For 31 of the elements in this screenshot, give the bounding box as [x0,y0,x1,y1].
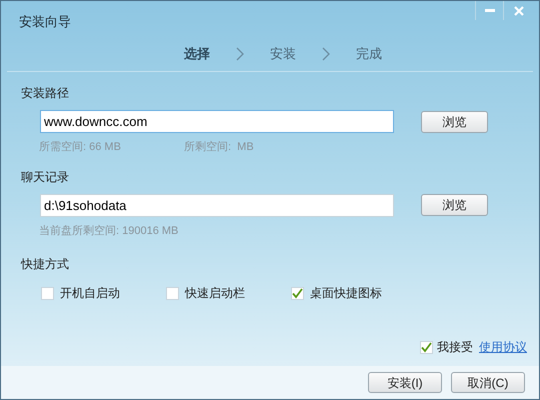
remaining-space-text: 所剩空间: MB [184,140,254,155]
dialog-button[interactable]: 取消(C) [451,372,525,393]
path-field[interactable]: www.downcc.com [40,110,394,133]
window-title: 安装向导 [19,13,71,31]
remaining-space-text: 当前盘所剩空间: 190016 MB [39,224,178,238]
checkmark-icon [292,288,303,298]
section-label: 聊天记录 [21,168,70,186]
path-field[interactable]: d:\91sohodata [40,194,394,216]
agreement-link[interactable]: 使用协议 [479,338,527,356]
checkbox[interactable] [291,286,304,300]
checkbox[interactable] [420,340,433,354]
step-label: 完成 [356,45,382,64]
checkbox[interactable] [41,286,54,300]
checkmark-icon [421,342,432,352]
dialog-button[interactable]: 安装(I) [368,372,442,393]
checkbox-label: 快速启动栏 [185,285,245,302]
required-space-text: 所需空间: 66 MB [39,140,122,155]
browse-button[interactable]: 浏览 [421,194,488,216]
checkbox-label: 我接受 [437,339,473,356]
checkbox-label: 桌面快捷图标 [310,285,382,302]
checkbox[interactable] [166,286,179,300]
section-label: 快捷方式 [21,256,70,273]
step-label: 安装 [270,45,296,64]
browse-button[interactable]: 浏览 [421,110,488,132]
chevron-icon [236,47,244,61]
checkbox-label: 开机自启动 [60,285,120,302]
close-icon [514,6,524,16]
chevron-icon [322,47,330,61]
section-label: 安装路径 [21,85,70,102]
step-label: 选择 [184,45,210,64]
minimize-icon [484,8,494,12]
